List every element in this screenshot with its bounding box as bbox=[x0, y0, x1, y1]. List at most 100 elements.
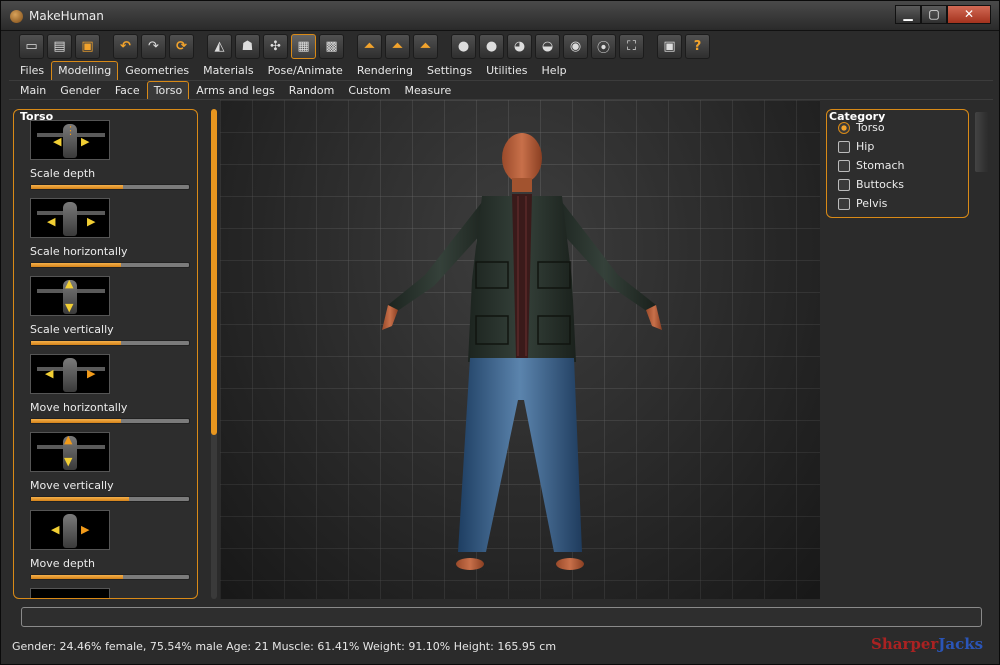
head-view-toolbar-group: ● ● ◕ ◒ ◉ ⦿ ⛶ bbox=[451, 33, 647, 59]
slider-label: Move vertically bbox=[30, 479, 114, 492]
slider-track[interactable] bbox=[30, 418, 190, 424]
category-label: Pelvis bbox=[856, 197, 888, 210]
slider-fill bbox=[31, 419, 122, 423]
right-panel-scrollbar[interactable] bbox=[974, 100, 992, 599]
frame-icon[interactable]: ⛶ bbox=[619, 33, 644, 59]
top-view-icon[interactable]: ⏶ bbox=[413, 33, 438, 59]
slider-move-vertically: ▲ ▼ Move vertically bbox=[30, 432, 192, 510]
tab-pose-animate[interactable]: Pose/Animate bbox=[261, 61, 350, 80]
smooth-icon[interactable]: ◭ bbox=[207, 33, 232, 59]
undo-icon[interactable]: ↶ bbox=[113, 33, 138, 59]
scale-vertically-preview-image: ▲ ▼ bbox=[30, 276, 110, 316]
maximize-button[interactable]: ▢ bbox=[921, 5, 947, 24]
subtab-measure[interactable]: Measure bbox=[398, 81, 459, 100]
checkbox-icon[interactable] bbox=[838, 179, 850, 191]
save-icon[interactable]: ▤ bbox=[47, 33, 72, 59]
move-horizontally-preview-image: ◀ ▶ bbox=[30, 354, 110, 394]
radio-selected-icon[interactable] bbox=[838, 122, 850, 134]
app-window: MakeHuman ▁ ▢ ✕ ▭ ▤ ▣ ↶ ↷ ⟳ ◭ ☗ ✣ ▦ ▩ ⏶ … bbox=[0, 0, 1000, 665]
slider-next-partial bbox=[30, 588, 192, 598]
category-option-buttocks[interactable]: Buttocks bbox=[838, 177, 958, 193]
view3-icon[interactable]: ◕ bbox=[507, 33, 532, 59]
watermark-logo: SharperJacks bbox=[871, 635, 984, 653]
front-view-icon[interactable]: ⏶ bbox=[357, 33, 382, 59]
redo-icon[interactable]: ↷ bbox=[141, 33, 166, 59]
sub-tab-bar: Main Gender Face Torso Arms and legs Ran… bbox=[13, 81, 458, 100]
grid-icon[interactable]: ▦ bbox=[291, 33, 316, 59]
subtab-random[interactable]: Random bbox=[282, 81, 342, 100]
title-bar: MakeHuman ▁ ▢ ✕ bbox=[1, 1, 999, 31]
scrollbar-handle[interactable] bbox=[211, 109, 217, 435]
slider-track[interactable] bbox=[30, 496, 190, 502]
subtab-gender[interactable]: Gender bbox=[53, 81, 108, 100]
main-toolbar: ▭ ▤ ▣ ↶ ↷ ⟳ ◭ ☗ ✣ ▦ ▩ ⏶ ⏶ ⏶ ● ● ◕ ◒ ◉ ⦿ bbox=[11, 32, 991, 60]
subtab-torso[interactable]: Torso bbox=[146, 81, 190, 100]
slider-fill bbox=[31, 185, 123, 189]
slider-scale-depth: ◀ ▶ ⋮ Scale depth bbox=[30, 120, 192, 198]
camera-toolbar-group: ⏶ ⏶ ⏶ bbox=[357, 33, 441, 59]
human-model bbox=[382, 133, 662, 570]
checkbox-icon[interactable] bbox=[838, 160, 850, 172]
subtab-face[interactable]: Face bbox=[108, 81, 147, 100]
slider-track[interactable] bbox=[30, 574, 190, 580]
help-icon[interactable]: ? bbox=[685, 33, 710, 59]
category-option-torso[interactable]: Torso bbox=[838, 120, 958, 136]
next-preview-image bbox=[30, 588, 110, 598]
scale-horizontally-preview-image: ◀ ▶ bbox=[30, 198, 110, 238]
3d-viewport[interactable] bbox=[220, 100, 820, 599]
move-vertically-preview-image: ▲ ▼ bbox=[30, 432, 110, 472]
category-label: Torso bbox=[856, 121, 885, 134]
view5-icon[interactable]: ◉ bbox=[563, 33, 588, 59]
tab-files[interactable]: Files bbox=[13, 61, 51, 80]
wireframe-icon[interactable]: ☗ bbox=[235, 33, 260, 59]
checkbox-icon[interactable] bbox=[838, 141, 850, 153]
tab-settings[interactable]: Settings bbox=[420, 61, 479, 80]
checkbox-icon[interactable] bbox=[838, 198, 850, 210]
category-option-pelvis[interactable]: Pelvis bbox=[838, 196, 958, 212]
screenshot-icon[interactable]: ▣ bbox=[657, 33, 682, 59]
window-title: MakeHuman bbox=[29, 9, 104, 23]
export-icon[interactable]: ▣ bbox=[75, 33, 100, 59]
tab-utilities[interactable]: Utilities bbox=[479, 61, 534, 80]
tab-materials[interactable]: Materials bbox=[196, 61, 260, 80]
slider-fill bbox=[31, 575, 123, 579]
slider-track[interactable] bbox=[30, 340, 190, 346]
slider-move-depth: ◀ ▶ Move depth bbox=[30, 510, 192, 588]
view6-icon[interactable]: ⦿ bbox=[591, 33, 616, 59]
slider-move-horizontally: ◀ ▶ Move horizontally bbox=[30, 354, 192, 432]
minimize-button[interactable]: ▁ bbox=[895, 5, 921, 24]
makehuman-logo-icon bbox=[10, 10, 23, 23]
category-option-stomach[interactable]: Stomach bbox=[838, 158, 958, 174]
slider-track[interactable] bbox=[30, 262, 190, 268]
progress-bar bbox=[21, 607, 982, 627]
category-label: Buttocks bbox=[856, 178, 905, 191]
subtab-arms-and-legs[interactable]: Arms and legs bbox=[189, 81, 282, 100]
category-label: Stomach bbox=[856, 159, 905, 172]
tab-rendering[interactable]: Rendering bbox=[350, 61, 420, 80]
reset-icon[interactable]: ⟳ bbox=[169, 33, 194, 59]
view-mode-toolbar-group: ◭ ☗ ✣ ▦ ▩ bbox=[207, 33, 347, 59]
pose-icon[interactable]: ✣ bbox=[263, 33, 288, 59]
category-option-hip[interactable]: Hip bbox=[838, 139, 958, 155]
subtab-main[interactable]: Main bbox=[13, 81, 53, 100]
new-icon[interactable]: ▭ bbox=[19, 33, 44, 59]
view2-icon[interactable]: ● bbox=[479, 33, 504, 59]
left-panel-scrollbar[interactable] bbox=[211, 109, 217, 599]
slider-label: Scale vertically bbox=[30, 323, 114, 336]
side-view-icon[interactable]: ⏶ bbox=[385, 33, 410, 59]
subtab-custom[interactable]: Custom bbox=[341, 81, 397, 100]
close-button[interactable]: ✕ bbox=[947, 5, 991, 24]
view4-icon[interactable]: ◒ bbox=[535, 33, 560, 59]
status-bar-text: Gender: 24.46% female, 75.54% male Age: … bbox=[12, 640, 557, 653]
window-controls: ▁ ▢ ✕ bbox=[895, 5, 991, 24]
tab-modelling[interactable]: Modelling bbox=[51, 61, 119, 80]
slider-scale-horizontally: ◀ ▶ Scale horizontally bbox=[30, 198, 192, 276]
file-toolbar-group: ▭ ▤ ▣ bbox=[19, 33, 103, 59]
view1-icon[interactable]: ● bbox=[451, 33, 476, 59]
tab-help[interactable]: Help bbox=[535, 61, 574, 80]
tab-geometries[interactable]: Geometries bbox=[118, 61, 196, 80]
slider-track[interactable] bbox=[30, 184, 190, 190]
scrollbar-handle[interactable] bbox=[975, 112, 989, 172]
checker-icon[interactable]: ▩ bbox=[319, 33, 344, 59]
slider-fill bbox=[31, 263, 122, 267]
